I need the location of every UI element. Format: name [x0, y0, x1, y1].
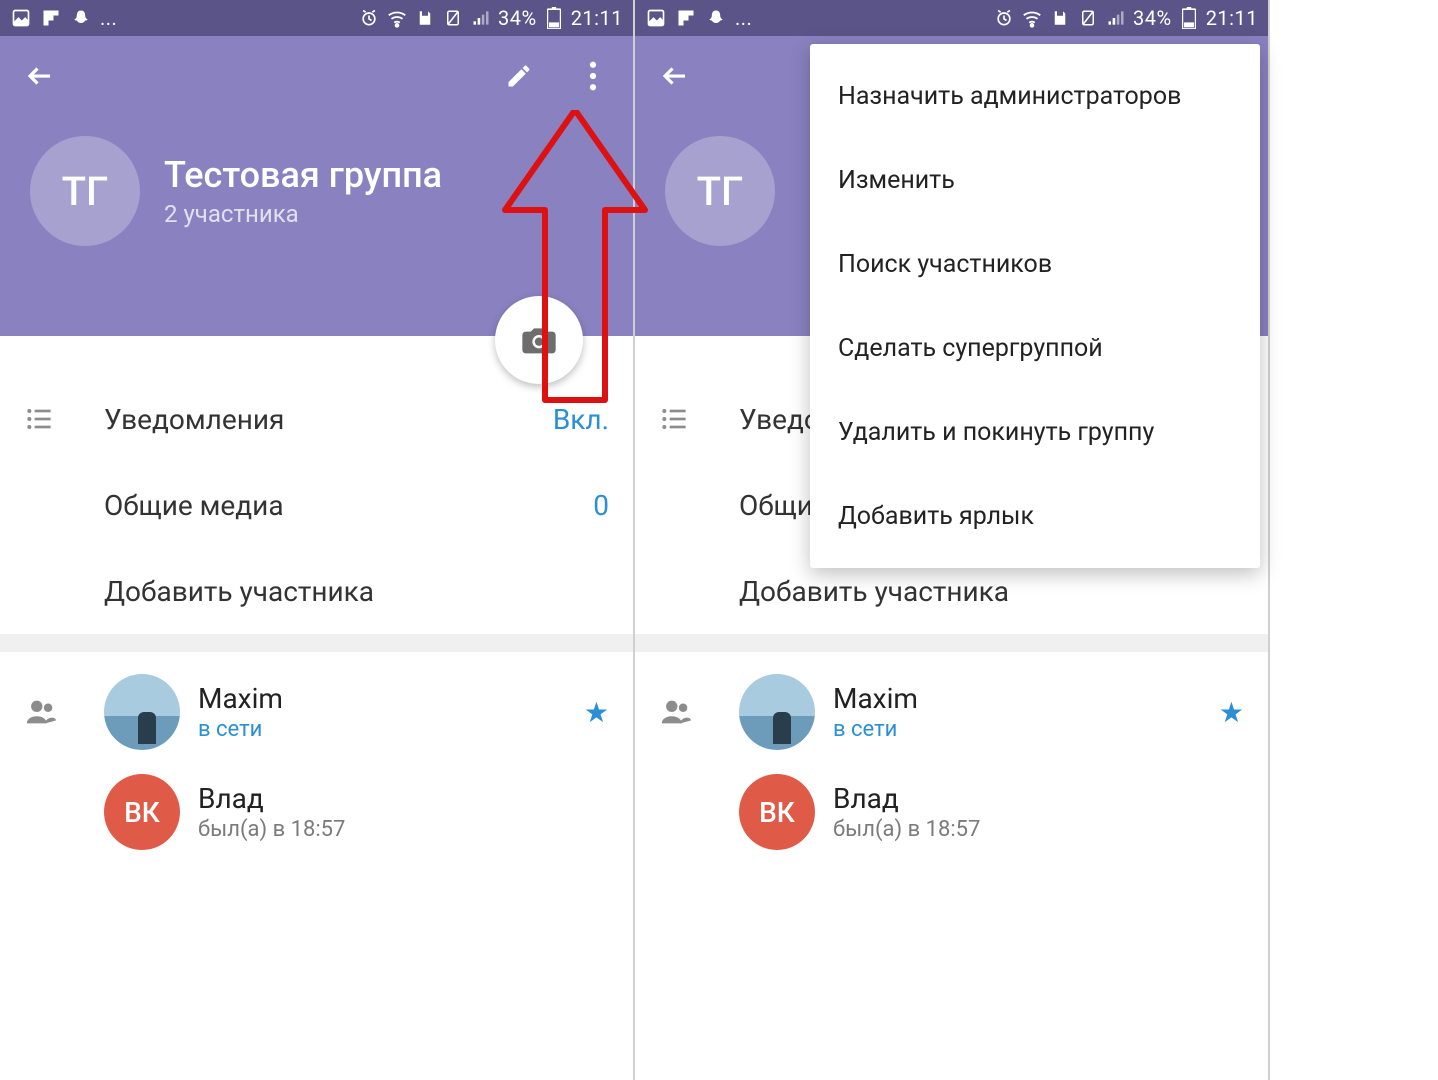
members-icon — [24, 695, 104, 729]
snapchat-icon — [705, 7, 727, 29]
sim-icon — [442, 7, 464, 29]
group-avatar-initials: ТГ — [697, 168, 744, 215]
member-avatar[interactable] — [104, 674, 180, 750]
flipboard-icon — [675, 7, 697, 29]
group-avatar[interactable]: ТГ — [665, 136, 775, 246]
status-bar: ... 34% 21:11 — [635, 0, 1268, 36]
add-member-label: Добавить участника — [739, 575, 1244, 608]
list-icon — [24, 403, 104, 435]
notifications-ellipsis: ... — [735, 6, 752, 30]
add-member-label: Добавить участника — [104, 575, 609, 608]
screen-left: ... 34% 21:11 — [0, 0, 635, 1080]
wifi-icon — [386, 7, 408, 29]
menu-make-supergroup[interactable]: Сделать супергруппой — [810, 306, 1260, 390]
star-icon: ★ — [1219, 696, 1244, 729]
members-icon — [659, 695, 739, 729]
sim-icon — [1077, 7, 1099, 29]
member-avatar-initials: ВК — [759, 796, 795, 829]
member-name: Влад — [833, 782, 1244, 815]
battery-percent: 34% — [498, 6, 537, 30]
save-icon — [1049, 7, 1071, 29]
camera-fab[interactable] — [495, 296, 583, 384]
signal-icon — [470, 7, 492, 29]
alarm-icon — [358, 7, 380, 29]
member-status: был(а) в 18:57 — [198, 817, 609, 842]
signal-icon — [1105, 7, 1127, 29]
member-row[interactable]: ВК Влад был(а) в 18:57 — [0, 762, 633, 862]
edit-button[interactable] — [497, 54, 541, 98]
clock-time: 21:11 — [571, 6, 623, 30]
section-divider — [0, 634, 633, 652]
notifications-label: Уведомления — [104, 403, 553, 436]
battery-icon — [543, 7, 565, 29]
save-icon — [414, 7, 436, 29]
member-status: был(а) в 18:57 — [833, 817, 1244, 842]
member-status: в сети — [198, 717, 584, 742]
member-row[interactable]: ВК Влад был(а) в 18:57 — [635, 762, 1268, 862]
list-icon — [659, 403, 739, 435]
menu-edit[interactable]: Изменить — [810, 138, 1260, 222]
member-row[interactable]: Maxim в сети ★ — [635, 662, 1268, 762]
flipboard-icon — [40, 7, 62, 29]
wifi-icon — [1021, 7, 1043, 29]
member-avatar[interactable] — [739, 674, 815, 750]
clock-time: 21:11 — [1206, 6, 1258, 30]
shared-media-row[interactable]: Общие медиа 0 — [0, 462, 633, 548]
notifications-value: Вкл. — [553, 403, 609, 436]
member-name: Влад — [198, 782, 609, 815]
group-subtitle: 2 участника — [164, 200, 442, 228]
group-header: ТГ Тестовая группа 2 участника — [0, 36, 633, 336]
star-icon: ★ — [584, 696, 609, 729]
section-divider — [635, 634, 1268, 652]
menu-delete-leave[interactable]: Удалить и покинуть группу — [810, 390, 1260, 474]
member-name: Maxim — [833, 682, 1219, 715]
member-row[interactable]: Maxim в сети ★ — [0, 662, 633, 762]
shared-media-label: Общие медиа — [104, 489, 593, 522]
group-avatar-initials: ТГ — [62, 168, 109, 215]
back-button[interactable] — [653, 54, 697, 98]
shared-media-value: 0 — [593, 489, 609, 522]
battery-icon — [1178, 7, 1200, 29]
member-status: в сети — [833, 717, 1219, 742]
gallery-icon — [645, 7, 667, 29]
notifications-row[interactable]: Уведомления Вкл. — [0, 376, 633, 462]
member-name: Maxim — [198, 682, 584, 715]
notifications-ellipsis: ... — [100, 6, 117, 30]
group-title: Тестовая группа — [164, 154, 442, 196]
menu-add-shortcut[interactable]: Добавить ярлык — [810, 474, 1260, 558]
status-bar: ... 34% 21:11 — [0, 0, 633, 36]
screen-right: ... 34% 21:11 ТГ Тестовая группа 2 участ… — [635, 0, 1270, 1080]
more-menu: Назначить администраторов Изменить Поиск… — [810, 44, 1260, 568]
gallery-icon — [10, 7, 32, 29]
group-avatar[interactable]: ТГ — [30, 136, 140, 246]
snapchat-icon — [70, 7, 92, 29]
alarm-icon — [993, 7, 1015, 29]
back-button[interactable] — [18, 54, 62, 98]
menu-assign-admins[interactable]: Назначить администраторов — [810, 54, 1260, 138]
battery-percent: 34% — [1133, 6, 1172, 30]
add-member-row[interactable]: Добавить участника — [0, 548, 633, 634]
member-avatar[interactable]: ВК — [104, 774, 180, 850]
menu-search-members[interactable]: Поиск участников — [810, 222, 1260, 306]
member-avatar-initials: ВК — [124, 796, 160, 829]
member-avatar[interactable]: ВК — [739, 774, 815, 850]
more-button[interactable] — [571, 54, 615, 98]
